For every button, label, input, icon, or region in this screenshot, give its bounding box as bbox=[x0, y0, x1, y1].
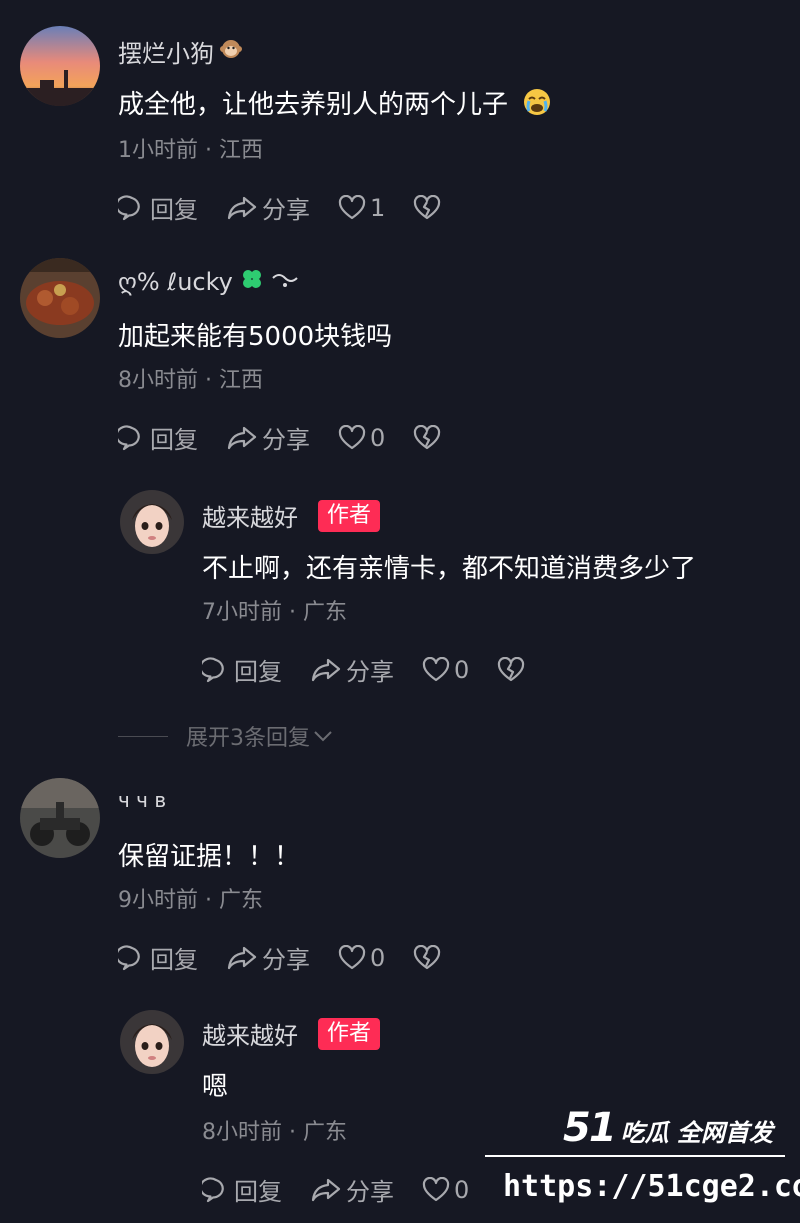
comment-text: 加起来能有5000块钱吗 bbox=[118, 322, 393, 352]
dislike-button[interactable] bbox=[497, 656, 525, 683]
comment-actions: 回复 分享 0 bbox=[118, 420, 469, 455]
username[interactable]: 摆烂小狗 bbox=[118, 34, 242, 69]
comment-meta: 1小时前 · 江西 bbox=[118, 138, 263, 163]
avatar[interactable] bbox=[20, 26, 100, 106]
reply-bubble-icon bbox=[118, 194, 140, 220]
reply-button[interactable]: 回复 bbox=[202, 652, 282, 687]
like-button[interactable]: 0 bbox=[338, 944, 385, 972]
share-button[interactable]: 分享 bbox=[310, 1172, 394, 1207]
reply-button[interactable]: 回复 bbox=[118, 940, 198, 975]
reply-bubble-icon bbox=[202, 1176, 224, 1202]
like-count: 0 bbox=[370, 943, 386, 972]
like-button[interactable]: 0 bbox=[422, 656, 469, 684]
share-button[interactable]: 分享 bbox=[226, 940, 310, 975]
divider bbox=[118, 735, 168, 737]
reply-bubble-icon bbox=[118, 424, 140, 450]
share-arrow-icon bbox=[227, 426, 257, 449]
like-count: 0 bbox=[370, 423, 386, 452]
reply-button[interactable]: 回复 bbox=[202, 1172, 282, 1207]
comment-actions: 回复 分享 0 bbox=[118, 940, 469, 975]
avatar[interactable] bbox=[20, 778, 100, 858]
wave-symbol-icon bbox=[271, 268, 299, 296]
expand-replies-button[interactable]: 展开3条回复 bbox=[118, 720, 334, 752]
comment-text: 保留证据！！！ bbox=[118, 842, 301, 872]
watermark-url: https://51cge2.com bbox=[503, 1169, 800, 1204]
username-text: 越来越好 bbox=[202, 1022, 298, 1050]
username-text: 摆烂小狗 bbox=[118, 40, 214, 68]
like-count: 0 bbox=[454, 1175, 470, 1204]
like-count: 1 bbox=[370, 193, 386, 222]
watermark: 51 吃瓜 全网首发 https://51cge2.com bbox=[485, 1105, 800, 1215]
heart-icon bbox=[338, 424, 366, 449]
clover-icon bbox=[239, 266, 265, 298]
comment-meta: 9小时前 · 广东 bbox=[118, 888, 263, 913]
avatar[interactable] bbox=[20, 258, 100, 338]
expand-replies-label: 展开3条回复 bbox=[186, 726, 310, 751]
heart-icon bbox=[338, 944, 366, 969]
share-button[interactable]: 分享 bbox=[226, 420, 310, 455]
comment-actions: 回复 分享 1 bbox=[118, 190, 469, 225]
reply-button[interactable]: 回复 bbox=[118, 190, 198, 225]
reply-bubble-icon bbox=[202, 656, 224, 682]
username[interactable]: 越来越好 作者 bbox=[202, 498, 381, 533]
like-button[interactable]: 0 bbox=[422, 1176, 469, 1204]
avatar[interactable] bbox=[120, 1010, 184, 1074]
comment-meta: 8小时前 · 广东 bbox=[202, 1120, 347, 1145]
comment-text: 不止啊，还有亲情卡，都不知道消费多少了 bbox=[202, 554, 697, 584]
share-arrow-icon bbox=[311, 1178, 341, 1201]
dislike-button[interactable] bbox=[413, 944, 441, 971]
comment-text: 嗯 bbox=[202, 1072, 229, 1102]
share-button[interactable]: 分享 bbox=[226, 190, 310, 225]
username-text: ღ% ℓucky bbox=[118, 268, 233, 296]
share-arrow-icon bbox=[227, 196, 257, 219]
share-arrow-icon bbox=[311, 658, 341, 681]
broken-heart-icon bbox=[498, 656, 525, 681]
like-button[interactable]: 1 bbox=[338, 194, 385, 222]
comment-meta: 7小时前 · 广东 bbox=[202, 600, 347, 625]
username-text: ч ч в bbox=[118, 788, 167, 812]
heart-icon bbox=[338, 194, 366, 219]
username[interactable]: ч ч в bbox=[118, 788, 166, 812]
heart-icon bbox=[422, 656, 450, 681]
username-text: 越来越好 bbox=[202, 504, 298, 532]
author-badge: 作者 bbox=[318, 499, 381, 532]
monkey-emoji-icon bbox=[220, 38, 242, 66]
like-count: 0 bbox=[454, 655, 470, 684]
watermark-divider bbox=[485, 1155, 785, 1157]
dislike-button[interactable] bbox=[413, 424, 441, 451]
username[interactable]: 越来越好 作者 bbox=[202, 1016, 381, 1051]
reply-bubble-icon bbox=[118, 944, 140, 970]
avatar[interactable] bbox=[120, 490, 184, 554]
chevron-down-icon bbox=[314, 731, 332, 742]
like-button[interactable]: 0 bbox=[338, 424, 385, 452]
watermark-brand: 51 吃瓜 全网首发 bbox=[563, 1105, 774, 1151]
crying-face-icon bbox=[522, 87, 552, 124]
broken-heart-icon bbox=[414, 944, 441, 969]
share-button[interactable]: 分享 bbox=[310, 652, 394, 687]
broken-heart-icon bbox=[414, 194, 441, 219]
heart-icon bbox=[422, 1176, 450, 1201]
share-arrow-icon bbox=[227, 946, 257, 969]
comment-actions: 回复 分享 0 bbox=[202, 1172, 497, 1207]
dislike-button[interactable] bbox=[413, 194, 441, 221]
comment-actions: 回复 分享 0 bbox=[202, 652, 553, 687]
comment-text: 成全他，让他去养别人的两个儿子 bbox=[118, 84, 552, 124]
broken-heart-icon bbox=[414, 424, 441, 449]
author-badge: 作者 bbox=[318, 1017, 381, 1050]
comment-meta: 8小时前 · 江西 bbox=[118, 368, 263, 393]
username[interactable]: ღ% ℓucky bbox=[118, 266, 299, 298]
reply-button[interactable]: 回复 bbox=[118, 420, 198, 455]
